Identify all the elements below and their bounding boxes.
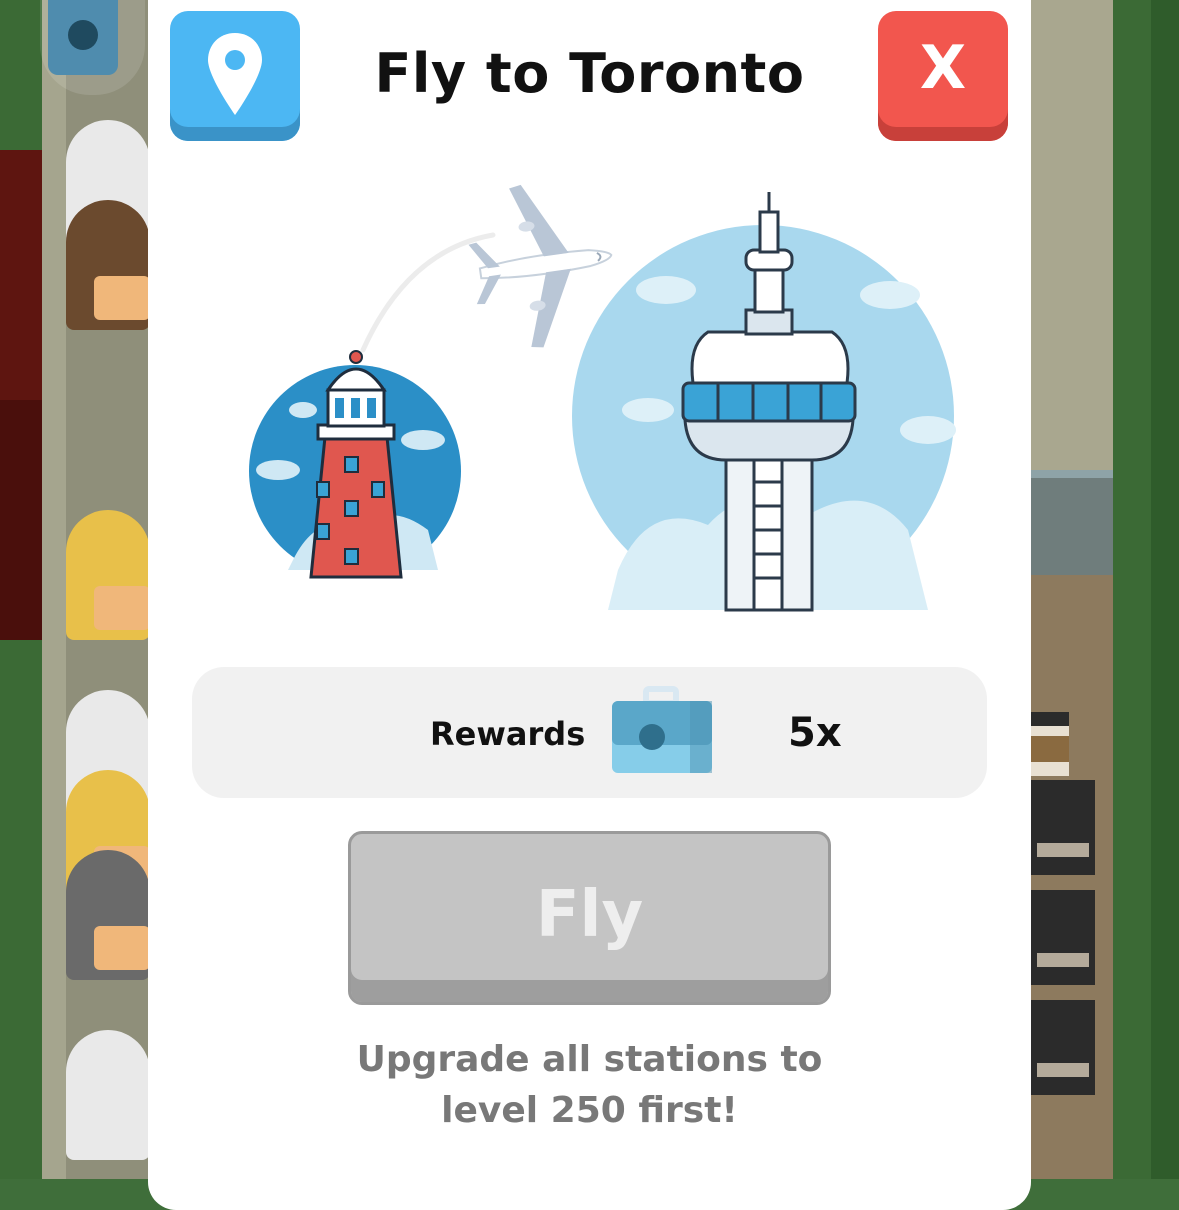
rewards-panel: Rewards 5x bbox=[192, 667, 987, 798]
lighthouse-icon bbox=[249, 350, 461, 579]
background-shelf bbox=[1031, 890, 1095, 985]
background-shelf bbox=[1031, 780, 1095, 875]
route-illustration bbox=[249, 184, 956, 612]
background-customer bbox=[66, 850, 150, 980]
fly-button-label: Fly bbox=[535, 878, 644, 952]
flight-path bbox=[360, 232, 496, 353]
background-customer bbox=[66, 200, 150, 330]
background-customer bbox=[66, 510, 150, 640]
rewards-label: Rewards bbox=[430, 715, 586, 753]
background-coffee-cup bbox=[1031, 712, 1069, 776]
rewards-count: 5x bbox=[788, 710, 842, 756]
cn-tower-icon bbox=[572, 192, 956, 612]
briefcase-chest-icon bbox=[612, 686, 712, 773]
background-wall-shadow bbox=[0, 400, 42, 640]
upgrade-requirement-text: Upgrade all stations to level 250 first! bbox=[248, 1034, 931, 1136]
fly-button[interactable]: Fly bbox=[348, 831, 831, 1005]
background-counter bbox=[1031, 470, 1113, 578]
background-camera-button bbox=[40, 0, 145, 95]
hint-line-2: level 250 first! bbox=[441, 1090, 738, 1131]
hint-line-1: Upgrade all stations to bbox=[356, 1039, 823, 1080]
background-shelf bbox=[1031, 1000, 1095, 1095]
fly-dialog: Fly to Toronto X Rewards 5x Fly Upgrade … bbox=[148, 0, 1031, 1210]
background-customer bbox=[66, 1030, 150, 1160]
